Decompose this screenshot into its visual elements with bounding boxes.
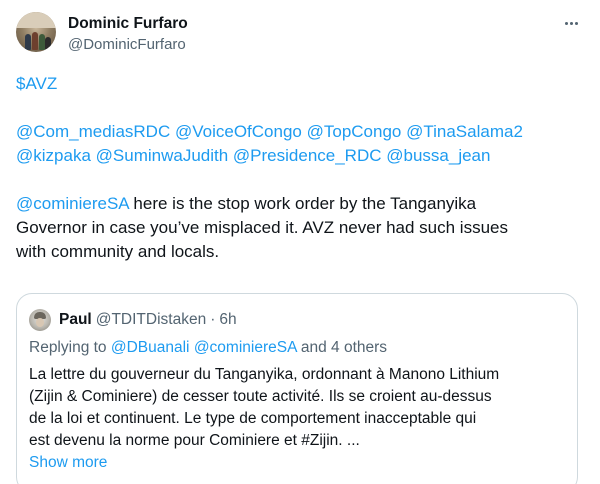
- more-dots-icon[interactable]: [560, 14, 582, 32]
- mention-link[interactable]: @Com_mediasRDC: [16, 122, 170, 141]
- mention-link[interactable]: @Presidence_RDC: [233, 146, 382, 165]
- quoted-tweet-header: Paul @TDITDistaken · 6h: [29, 308, 237, 332]
- cashtag-link[interactable]: $AVZ: [16, 74, 57, 93]
- mention-link[interactable]: @TopCongo: [307, 122, 402, 141]
- tweet-text: $AVZ @Com_mediasRDC @VoiceOfCongo @TopCo…: [16, 72, 584, 264]
- quoted-text-line: La lettre du gouverneur du Tanganyika, o…: [29, 366, 500, 383]
- mention-link[interactable]: @VoiceOfCongo: [175, 122, 302, 141]
- quoted-text-line: (Zijin & Cominiere) de cesser toute acti…: [29, 388, 492, 405]
- mention-link[interactable]: @cominiereSA: [16, 194, 129, 213]
- quoted-timestamp: 6h: [219, 311, 237, 328]
- mentions-line-2: @kizpaka @SuminwaJudith @Presidence_RDC …: [16, 144, 584, 168]
- quoted-text-line: de la loi et continuent. Le type de comp…: [29, 410, 477, 427]
- mention-link[interactable]: @bussa_jean: [386, 146, 490, 165]
- tweet-header: Dominic Furfaro @DominicFurfaro: [16, 12, 584, 60]
- tweet-card: Dominic Furfaro @DominicFurfaro $AVZ @Co…: [0, 0, 600, 484]
- dot-separator: ·: [210, 311, 216, 328]
- tweet-text-line: with community and locals.: [16, 242, 220, 261]
- quoted-author-avatar: [29, 309, 51, 331]
- quoted-author-name: Paul: [59, 311, 92, 328]
- mention-link[interactable]: @TinaSalama2: [406, 122, 523, 141]
- quoted-author-handle: @TDITDistaken: [95, 311, 207, 328]
- mention-link[interactable]: @cominiereSA: [194, 339, 297, 356]
- author-names: Dominic Furfaro @DominicFurfaro: [68, 14, 188, 55]
- mention-link[interactable]: @kizpaka: [16, 146, 91, 165]
- author-display-name[interactable]: Dominic Furfaro: [68, 14, 188, 34]
- tweet-text-line: Governor in case you’ve misplaced it. AV…: [16, 218, 508, 237]
- quoted-tweet[interactable]: Paul @TDITDistaken · 6h Replying to @DBu…: [16, 293, 578, 484]
- quoted-tweet-text: La lettre du gouverneur du Tanganyika, o…: [29, 364, 499, 452]
- author-handle[interactable]: @DominicFurfaro: [68, 35, 188, 55]
- mentions-line-1: @Com_mediasRDC @VoiceOfCongo @TopCongo @…: [16, 120, 584, 144]
- show-more-link[interactable]: Show more: [29, 452, 107, 474]
- mention-link[interactable]: @DBuanali: [111, 339, 190, 356]
- replying-suffix: and 4 others: [300, 339, 388, 356]
- tweet-text-line: here is the stop work order by the Tanga…: [128, 194, 477, 213]
- replying-prefix: Replying to: [29, 339, 111, 356]
- author-avatar[interactable]: [16, 12, 56, 52]
- mention-link[interactable]: @SuminwaJudith: [96, 146, 229, 165]
- replying-to: Replying to @DBuanali @cominiereSA and 4…: [29, 337, 387, 359]
- quoted-text-line: est devenu la norme pour Cominiere et #Z…: [29, 432, 360, 449]
